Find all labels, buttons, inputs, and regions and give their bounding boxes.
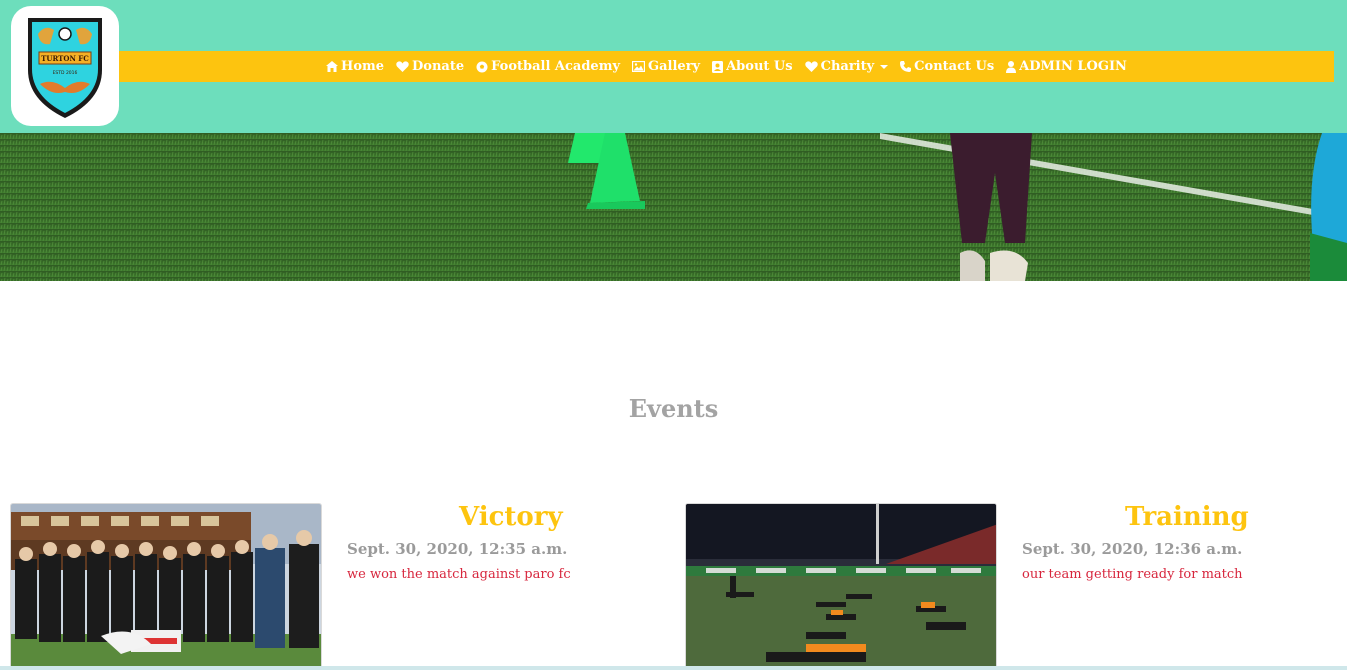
event-image-victory[interactable] (10, 503, 322, 669)
heart-icon (804, 61, 818, 72)
team-photo (11, 504, 321, 668)
events-heading: Events (628, 394, 719, 423)
nav-donate-label: Donate (412, 59, 465, 74)
event-desc-victory: we won the match against paro fc (347, 567, 571, 582)
nav-admin-login[interactable]: ADMIN LOGIN (1006, 59, 1127, 74)
event-image-training[interactable] (685, 503, 997, 669)
training-photo (686, 504, 996, 668)
event-date-training: Sept. 30, 2020, 12:36 a.m. (1022, 540, 1243, 558)
heart-icon (396, 61, 409, 72)
nav-about-us[interactable]: About Us (712, 59, 793, 74)
nav-gallery[interactable]: Gallery (632, 59, 700, 74)
main-navbar: Home Donate Football Academy Gallery Abo… (119, 51, 1334, 82)
nav-contact-us[interactable]: Contact Us (900, 59, 994, 74)
nav-charity-label: Charity (820, 59, 875, 74)
home-icon (326, 61, 339, 72)
user-icon (1006, 60, 1017, 73)
horizontal-scrollbar[interactable] (0, 666, 1347, 670)
contact-card-icon (712, 60, 724, 73)
nav-donate[interactable]: Donate (396, 59, 464, 74)
nav-home-label: Home (341, 59, 385, 74)
nav-home[interactable]: Home (326, 59, 384, 74)
svg-text:TURTON FC: TURTON FC (41, 54, 89, 63)
nav-contact-us-label: Contact Us (914, 59, 995, 74)
svg-text:ESTD 2016: ESTD 2016 (53, 70, 78, 76)
nav-admin-login-label: ADMIN LOGIN (1019, 59, 1127, 74)
event-desc-training: our team getting ready for match (1022, 567, 1243, 582)
nav-gallery-label: Gallery (648, 59, 701, 74)
site-header: TURTON FC ESTD 2016 Home Donate Football… (0, 0, 1347, 133)
football-icon (476, 61, 488, 73)
nav-football-academy[interactable]: Football Academy (476, 59, 620, 74)
nav-charity-dropdown[interactable]: Charity (804, 59, 889, 74)
club-crest-icon: TURTON FC ESTD 2016 (28, 18, 102, 118)
event-date-victory: Sept. 30, 2020, 12:35 a.m. (347, 540, 568, 558)
event-title-victory[interactable]: Victory (459, 502, 563, 532)
nav-football-academy-label: Football Academy (491, 59, 621, 74)
event-title-training[interactable]: Training (1125, 502, 1249, 532)
nav-about-us-label: About Us (726, 59, 793, 74)
phone-icon (900, 61, 912, 72)
club-logo[interactable]: TURTON FC ESTD 2016 (11, 6, 119, 126)
image-icon (632, 61, 646, 72)
hero-banner-image (0, 133, 1347, 281)
caret-down-icon (880, 64, 889, 69)
